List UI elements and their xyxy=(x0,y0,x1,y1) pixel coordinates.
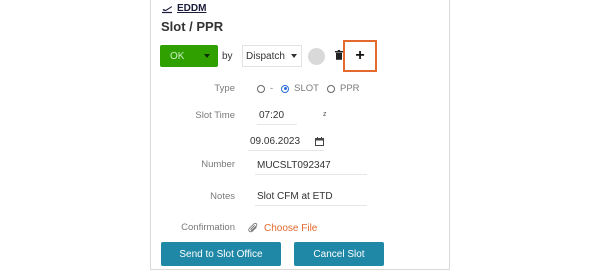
number-input[interactable]: MUCSLT092347 xyxy=(255,160,367,175)
slot-time-input[interactable]: 07:20 xyxy=(257,110,297,125)
radio-label: SLOT xyxy=(294,83,319,94)
page-title: Slot / PPR xyxy=(161,19,224,34)
add-button-label: + xyxy=(355,47,365,64)
slot-time-label: Slot Time xyxy=(195,110,235,121)
source-selected-value: Dispatch xyxy=(246,50,285,62)
type-label: Type xyxy=(214,83,235,94)
add-button[interactable]: + xyxy=(343,40,377,72)
radio-circle xyxy=(326,84,335,93)
confirmation-label: Confirmation xyxy=(181,222,235,233)
trash-icon[interactable] xyxy=(335,50,343,60)
airplane-departure-icon xyxy=(162,5,173,13)
status-indicator-circle xyxy=(308,48,325,65)
by-label: by xyxy=(222,51,233,62)
notes-label: Notes xyxy=(210,191,235,202)
radio-circle xyxy=(257,84,265,93)
source-select[interactable]: Dispatch xyxy=(242,45,302,67)
status-dropdown-button[interactable]: OK xyxy=(160,45,218,67)
radio-circle-checked xyxy=(281,84,290,93)
slot-date-value: 09.06.2023 xyxy=(250,136,301,147)
notes-input[interactable]: Slot CFM at ETD xyxy=(255,191,367,206)
type-radio-none[interactable]: - xyxy=(257,83,273,94)
choose-file-control[interactable]: Choose File xyxy=(248,222,317,234)
type-radio-slot[interactable]: SLOT xyxy=(281,83,319,94)
radio-label: - xyxy=(270,83,274,94)
airport-code-link[interactable]: EDDM xyxy=(177,3,206,14)
calendar-icon[interactable] xyxy=(315,137,324,146)
chevron-down-icon xyxy=(291,54,297,58)
airport-header: EDDM xyxy=(161,3,206,14)
slot-ppr-panel: EDDM Slot / PPR OK by Dispatch + Type - … xyxy=(150,0,450,270)
type-radio-ppr[interactable]: PPR xyxy=(326,83,360,94)
timezone-suffix: z xyxy=(323,111,327,118)
status-label: OK xyxy=(170,50,185,62)
send-to-slot-office-button[interactable]: Send to Slot Office xyxy=(161,242,281,266)
chevron-down-icon xyxy=(204,54,210,58)
slot-date-input[interactable]: 09.06.2023 xyxy=(248,136,324,151)
radio-label: PPR xyxy=(339,83,360,94)
paperclip-icon xyxy=(248,222,258,233)
cancel-slot-button[interactable]: Cancel Slot xyxy=(294,242,384,266)
choose-file-link[interactable]: Choose File xyxy=(264,223,317,234)
type-radio-group: - SLOT PPR xyxy=(257,83,368,94)
number-label: Number xyxy=(201,159,235,170)
